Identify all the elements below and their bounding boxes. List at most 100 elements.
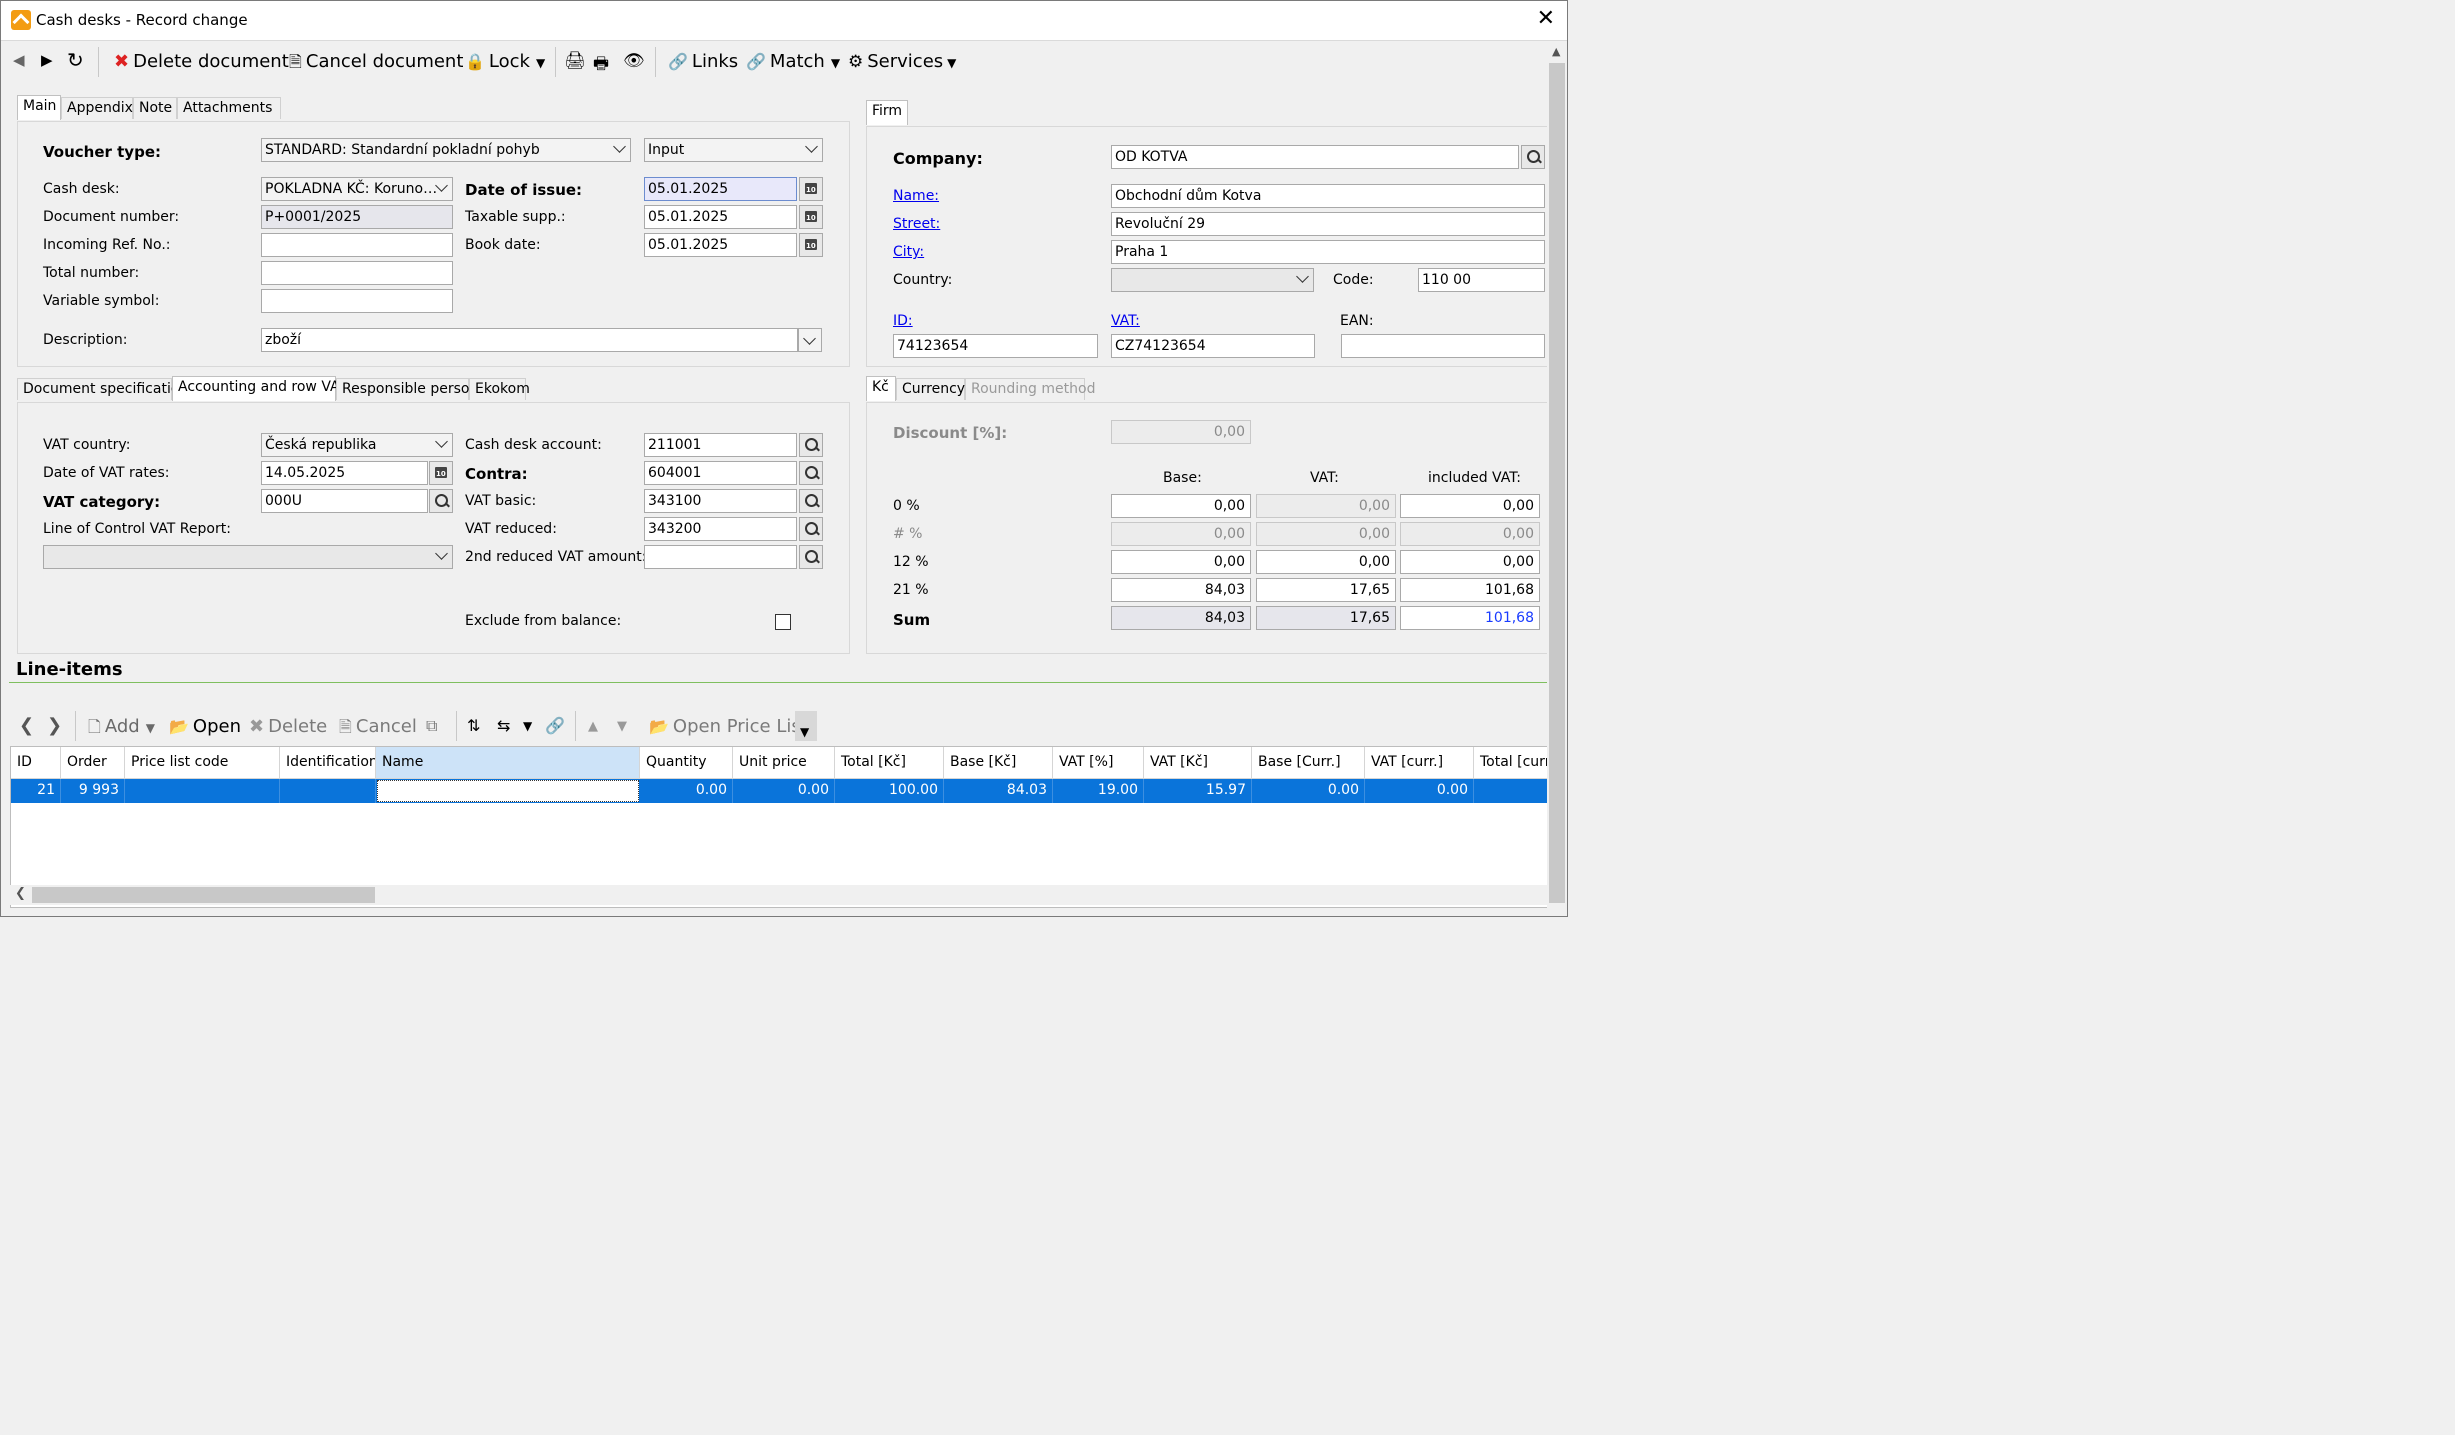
- tab-currency[interactable]: Currency: [896, 378, 965, 400]
- document-number-field[interactable]: P+0001/2025: [261, 205, 453, 229]
- tab-responsible-person[interactable]: Responsible person: [336, 378, 478, 400]
- tab-ekokom[interactable]: Ekokom: [469, 378, 530, 400]
- column-header-name[interactable]: Name: [376, 747, 640, 779]
- vat-row-vat[interactable]: 17,65: [1256, 578, 1396, 602]
- exclude-balance-checkbox[interactable]: [775, 614, 791, 630]
- column-header-identification[interactable]: Identification: [280, 747, 376, 779]
- column-header-unit-price[interactable]: Unit price: [733, 747, 835, 779]
- city-link[interactable]: City:: [893, 244, 924, 260]
- description-dropdown-button[interactable]: [798, 328, 822, 352]
- open-button[interactable]: 📂 Open: [169, 716, 241, 737]
- incoming-ref-field[interactable]: [261, 233, 453, 257]
- horizontal-scrollbar[interactable]: ❮: [10, 885, 1547, 905]
- vat-row-vat[interactable]: 0,00: [1256, 550, 1396, 574]
- copy-icon[interactable]: ⧉: [426, 716, 437, 736]
- tab-rounding-method[interactable]: Rounding method: [965, 378, 1095, 400]
- search-icon[interactable]: [799, 489, 823, 513]
- tab-main[interactable]: Main: [17, 95, 61, 120]
- move-up-icon[interactable]: ▲: [588, 719, 598, 734]
- link-icon[interactable]: 🔗: [545, 716, 565, 735]
- cell-base-curr[interactable]: 0.00: [1252, 779, 1365, 803]
- vat-row-base[interactable]: 0,00: [1111, 550, 1251, 574]
- services-button[interactable]: ⚙ Services ▼: [848, 51, 956, 72]
- search-icon[interactable]: [799, 545, 823, 569]
- cash-desk-account-field[interactable]: 211001: [644, 433, 797, 457]
- name-field[interactable]: Obchodní dům Kotva: [1111, 184, 1545, 208]
- name-link[interactable]: Name:: [893, 188, 939, 204]
- swap-icon[interactable]: ⇆: [497, 716, 510, 735]
- cell-vat-curr[interactable]: 0.00: [1365, 779, 1474, 803]
- tab-note[interactable]: Note: [133, 97, 177, 119]
- swap-dropdown-icon[interactable]: ▼: [523, 719, 532, 733]
- tab-accounting-row-vat[interactable]: Accounting and row VAT: [172, 376, 347, 401]
- calendar-icon[interactable]: [429, 461, 453, 485]
- cell-name-editor[interactable]: [377, 780, 639, 802]
- delete-document-button[interactable]: ✖ Delete document: [114, 51, 289, 72]
- add-dropdown-icon[interactable]: ▼: [146, 721, 155, 735]
- vertical-scroll-thumb[interactable]: [1549, 63, 1565, 903]
- date-of-issue-field[interactable]: 05.01.2025: [644, 177, 797, 201]
- search-icon[interactable]: [1521, 145, 1545, 169]
- vat-row-included[interactable]: 0,00: [1400, 494, 1540, 518]
- column-header-order[interactable]: Order: [61, 747, 125, 779]
- search-icon[interactable]: [429, 489, 453, 513]
- tab-appendix[interactable]: Appendix: [61, 97, 133, 119]
- add-button[interactable]: 🗋 Add ▼: [88, 716, 155, 743]
- tab-czk[interactable]: Kč: [866, 376, 896, 401]
- discount-field[interactable]: 0,00: [1111, 420, 1251, 444]
- cell-identification[interactable]: [280, 779, 376, 803]
- cancel-button[interactable]: 🗎 Cancel: [339, 716, 417, 743]
- vat-row-included[interactable]: 0,00: [1400, 550, 1540, 574]
- vat-basic-field[interactable]: 343100: [644, 489, 797, 513]
- preview-eye-icon[interactable]: 👁: [623, 51, 645, 71]
- lock-dropdown-icon[interactable]: ▼: [536, 56, 545, 70]
- scroll-up-icon[interactable]: ▲: [1552, 45, 1560, 58]
- cancel-document-button[interactable]: 🗎 Cancel document: [289, 51, 463, 78]
- lock-button[interactable]: 🔒 Lock ▼: [465, 51, 545, 72]
- vat-row-base[interactable]: 84,03: [1111, 578, 1251, 602]
- more-toolbar-button[interactable]: ▼: [795, 711, 817, 741]
- tab-firm[interactable]: Firm: [866, 100, 908, 125]
- tab-attachments[interactable]: Attachments: [177, 97, 281, 119]
- scroll-left-icon[interactable]: ❮: [15, 886, 26, 901]
- match-dropdown-icon[interactable]: ▼: [831, 56, 840, 70]
- column-header-id[interactable]: ID: [11, 747, 61, 779]
- horizontal-scroll-thumb[interactable]: [32, 887, 375, 903]
- id-field[interactable]: 74123654: [893, 334, 1098, 358]
- column-header-vat-czk[interactable]: VAT [Kč]: [1144, 747, 1252, 779]
- vat-link[interactable]: VAT:: [1111, 313, 1140, 329]
- cell-id[interactable]: 21: [11, 779, 61, 803]
- description-field[interactable]: zboží: [261, 328, 798, 352]
- open-price-list-button[interactable]: 📂 Open Price List: [649, 716, 808, 737]
- book-date-field[interactable]: 05.01.2025: [644, 233, 797, 257]
- cell-vat-percent[interactable]: 19.00: [1053, 779, 1144, 803]
- ean-field[interactable]: [1341, 334, 1545, 358]
- postal-code-field[interactable]: 110 00: [1418, 268, 1545, 292]
- chevron-left-icon[interactable]: ❮: [19, 715, 34, 736]
- print-preview-icon[interactable]: 🖶: [593, 51, 609, 80]
- cell-price-list-code[interactable]: [125, 779, 280, 803]
- control-report-select[interactable]: [43, 545, 453, 569]
- column-header-price-list-code[interactable]: Price list code: [125, 747, 280, 779]
- search-icon[interactable]: [799, 517, 823, 541]
- column-header-base-curr[interactable]: Base [Curr.]: [1252, 747, 1365, 779]
- calendar-icon[interactable]: [799, 205, 823, 229]
- close-icon[interactable]: ✕: [1537, 7, 1555, 31]
- calendar-icon[interactable]: [799, 177, 823, 201]
- search-icon[interactable]: [799, 461, 823, 485]
- cell-unit-price[interactable]: 0.00: [733, 779, 835, 803]
- cash-desk-select[interactable]: POKLADNA KČ: Koruno…: [261, 177, 453, 201]
- links-button[interactable]: 🔗 Links: [668, 51, 738, 72]
- variable-symbol-field[interactable]: [261, 289, 453, 313]
- company-field[interactable]: OD KOTVA: [1111, 145, 1519, 169]
- vertical-scrollbar[interactable]: ▲: [1547, 41, 1567, 916]
- street-field[interactable]: Revoluční 29: [1111, 212, 1545, 236]
- table-row[interactable]: 21 9 993 0.00 0.00 100.00 84.03 19.00 15…: [11, 779, 1548, 803]
- city-field[interactable]: Praha 1: [1111, 240, 1545, 264]
- vat-id-field[interactable]: CZ74123654: [1111, 334, 1315, 358]
- search-icon[interactable]: [799, 433, 823, 457]
- date-vat-rates-field[interactable]: 14.05.2025: [261, 461, 428, 485]
- cell-total-curr[interactable]: [1474, 779, 1548, 803]
- column-header-base-czk[interactable]: Base [Kč]: [944, 747, 1053, 779]
- refresh-icon[interactable]: ↻: [67, 48, 84, 72]
